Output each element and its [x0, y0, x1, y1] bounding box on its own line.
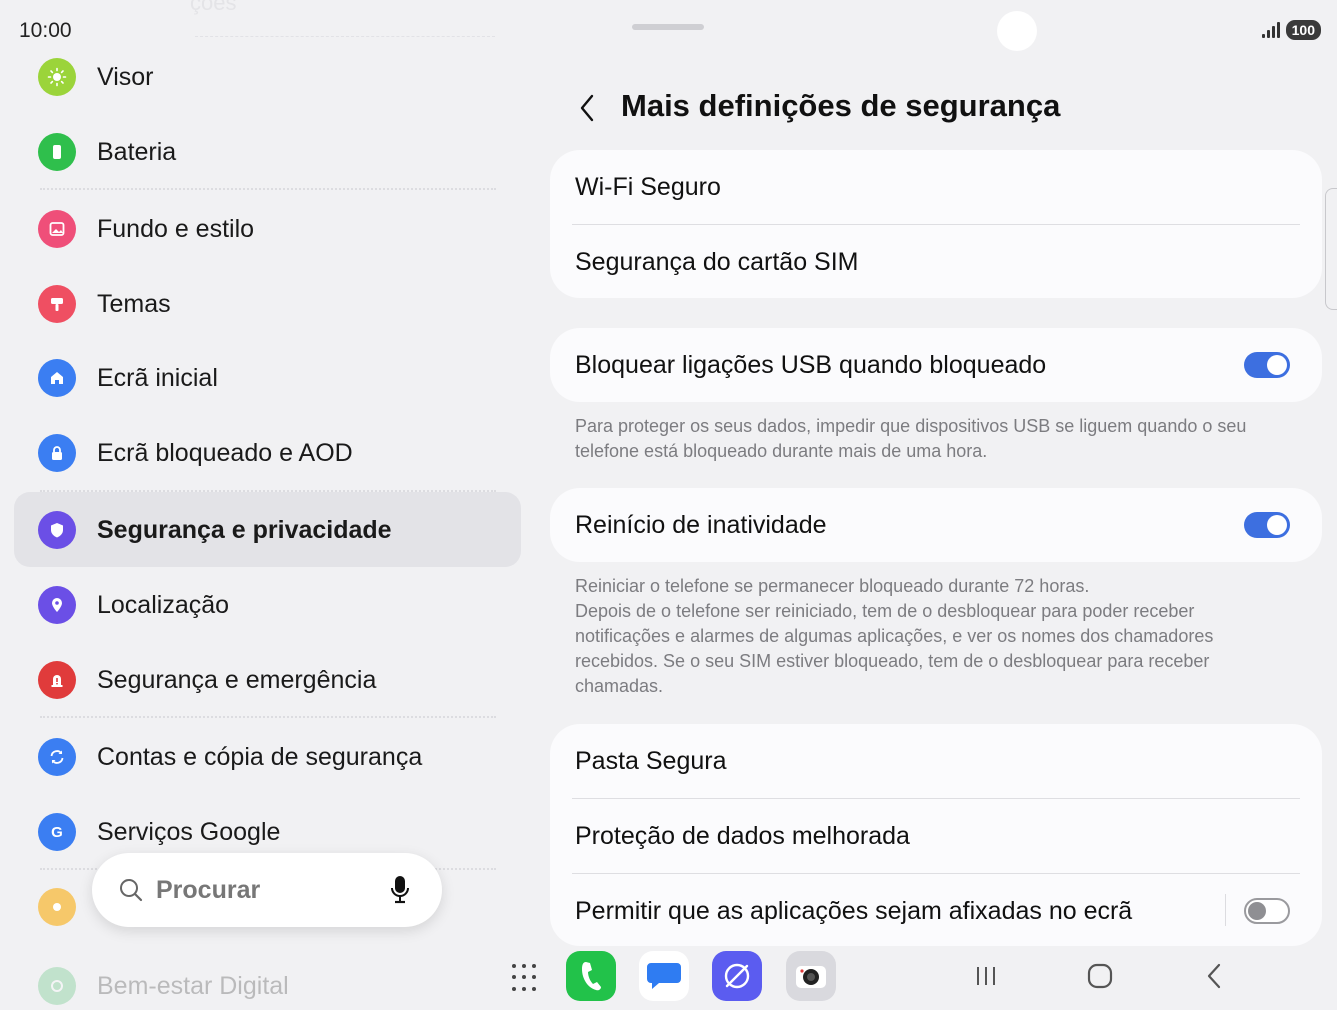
menu-item-bateria[interactable]: Bateria	[38, 132, 176, 172]
menu-item-label: Ecrã bloqueado e AOD	[97, 438, 353, 467]
search-icon	[120, 879, 143, 902]
menu-item-contas-copia[interactable]: Contas e cópia de segurança	[38, 737, 422, 777]
description-line: chamadas.	[575, 676, 664, 696]
restart-toggle[interactable]	[1244, 512, 1290, 538]
card-wifi-sim: Wi-Fi Seguro Segurança do cartão SIM	[550, 150, 1322, 298]
row-label: Proteção de dados melhorada	[575, 821, 910, 850]
edge-panel-handle[interactable]	[1325, 188, 1337, 310]
row-label: Reinício de inatividade	[575, 510, 827, 539]
menu-item-ecra-inicial[interactable]: Ecrã inicial	[38, 358, 218, 398]
menu-item-label: Fundo e estilo	[97, 214, 255, 243]
description-line: recebidos. Se o seu SIM estiver bloquead…	[575, 651, 1210, 671]
row-pasta-segura[interactable]: Pasta Segura	[550, 724, 1322, 798]
row-label: Pasta Segura	[575, 746, 727, 775]
home-icon	[38, 359, 76, 397]
row-label: Bloquear ligações USB quando bloqueado	[575, 350, 1047, 379]
taskbar	[0, 946, 1337, 1010]
description-line: Reiniciar o telefone se permanecer bloqu…	[575, 576, 1090, 596]
menu-item-temas[interactable]: Temas	[38, 284, 171, 324]
menu-item-label: Bateria	[97, 137, 177, 166]
menu-item-label: Segurança e emergência	[97, 665, 377, 694]
home-button[interactable]	[1084, 960, 1116, 992]
settings-icon	[38, 888, 76, 926]
internet-icon[interactable]	[712, 951, 762, 1001]
messages-icon[interactable]	[639, 951, 689, 1001]
search-placeholder: Procurar	[156, 875, 261, 904]
signal-icon	[1261, 22, 1280, 38]
row-reinicio-inatividade[interactable]: Reinício de inatividade	[550, 488, 1322, 562]
recent-apps-icon	[977, 967, 995, 985]
sync-icon	[38, 738, 76, 776]
row-bloquear-usb[interactable]: Bloquear ligações USB quando bloqueado	[550, 328, 1322, 402]
page-title: Mais definições de segurança	[621, 88, 1061, 123]
camera-icon[interactable]	[786, 951, 836, 1001]
description-line: Para proteger os seus dados, impedir que…	[575, 416, 1247, 436]
emergency-icon	[38, 661, 76, 699]
menu-item-servicos-google[interactable]: G Serviços Google	[38, 812, 280, 852]
phone-icon[interactable]	[566, 951, 616, 1001]
image-icon	[38, 210, 76, 248]
svg-text:G: G	[51, 824, 63, 841]
battery-badge: 100	[1285, 20, 1321, 40]
camera-cutout	[997, 11, 1037, 51]
back-nav-button[interactable]	[1198, 960, 1230, 992]
menu-item-label: Temas	[97, 289, 171, 318]
group-divider	[40, 490, 496, 492]
card-usb: Bloquear ligações USB quando bloqueado	[550, 328, 1322, 402]
row-label: Segurança do cartão SIM	[575, 247, 859, 276]
search-bar[interactable]: Procurar	[92, 853, 442, 927]
group-divider	[40, 716, 496, 718]
location-pin-icon	[38, 586, 76, 624]
lock-icon	[38, 434, 76, 472]
menu-item-seguranca-emergencia[interactable]: Segurança e emergência	[38, 660, 376, 700]
menu-item-label: Contas e cópia de segurança	[97, 742, 423, 771]
status-indicators: 100	[1261, 20, 1321, 40]
back-button[interactable]	[572, 88, 602, 128]
home-nav-icon	[1087, 963, 1113, 989]
recent-apps-button[interactable]	[970, 960, 1002, 992]
menu-item-ecra-bloqueado[interactable]: Ecrã bloqueado e AOD	[38, 433, 353, 473]
menu-item-localizacao[interactable]: Localização	[38, 585, 229, 625]
paintbrush-icon	[38, 285, 76, 323]
status-time: 10:00	[19, 19, 72, 42]
restart-description: Reiniciar o telefone se permanecer bloqu…	[575, 574, 1275, 699]
menu-item-label: Localização	[97, 590, 230, 619]
row-wifi-seguro[interactable]: Wi-Fi Seguro	[550, 150, 1322, 224]
description-line: notificações e alarmes de algumas aplica…	[575, 626, 1214, 646]
divider	[1225, 894, 1226, 926]
row-label: Permitir que as aplicações sejam afixada…	[575, 896, 1133, 925]
google-icon: G	[38, 813, 76, 851]
menu-item-visor[interactable]: Visor	[38, 57, 154, 97]
menu-item-label: Segurança e privacidade	[97, 515, 392, 544]
battery-icon	[38, 133, 76, 171]
sun-icon	[38, 58, 76, 96]
row-protecao-dados[interactable]: Proteção de dados melhorada	[550, 799, 1322, 873]
shield-icon	[38, 511, 76, 549]
chevron-left-icon	[580, 94, 594, 122]
back-nav-icon	[1207, 963, 1221, 989]
menu-item-label: Ecrã inicial	[97, 363, 218, 392]
divider	[195, 36, 495, 37]
menu-item-seguranca-privacidade[interactable]: Segurança e privacidade	[38, 510, 392, 550]
split-drag-handle[interactable]	[632, 24, 704, 30]
usb-toggle[interactable]	[1244, 352, 1290, 378]
scrolled-header-ghost: ções	[190, 0, 237, 15]
row-afixar-apps[interactable]: Permitir que as aplicações sejam afixada…	[550, 874, 1322, 948]
description-line: telefone está bloqueado durante mais de …	[575, 441, 988, 461]
usb-description: Para proteger os seus dados, impedir que…	[575, 414, 1275, 464]
menu-item-label: Serviços Google	[97, 817, 281, 846]
menu-item-partial[interactable]	[38, 887, 76, 927]
row-label: Wi-Fi Seguro	[575, 172, 721, 201]
card-restart: Reinício de inatividade	[550, 488, 1322, 562]
group-divider	[40, 188, 496, 190]
menu-item-label: Visor	[97, 62, 154, 91]
description-line: Depois de o telefone ser reiniciado, tem…	[575, 601, 1195, 621]
pin-apps-toggle[interactable]	[1244, 898, 1290, 924]
menu-item-fundo-estilo[interactable]: Fundo e estilo	[38, 209, 254, 249]
microphone-icon[interactable]	[390, 875, 410, 905]
card-secure-folder: Pasta Segura Proteção de dados melhorada…	[550, 724, 1322, 946]
app-drawer-icon[interactable]	[512, 964, 540, 992]
row-seguranca-sim[interactable]: Segurança do cartão SIM	[550, 225, 1322, 299]
